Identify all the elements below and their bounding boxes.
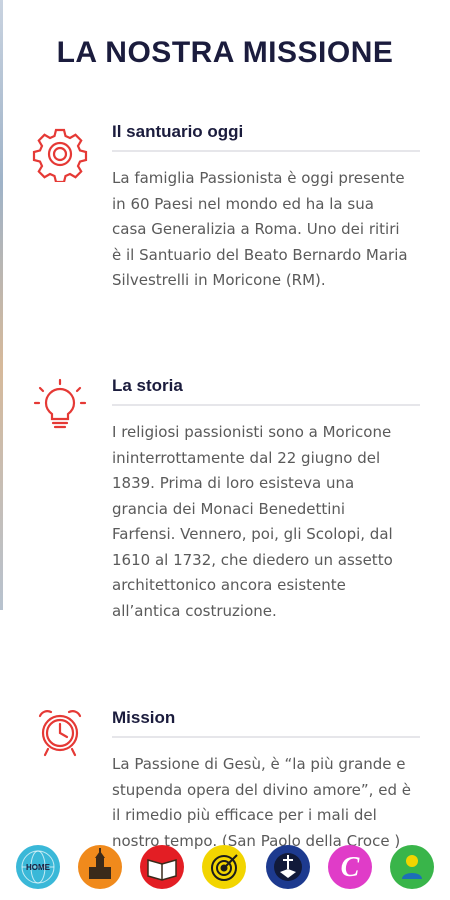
section-body: La famiglia Passionista è oggi presente … [112,169,408,289]
letter-c-icon[interactable]: C [328,845,372,889]
target-icon[interactable] [202,845,246,889]
alarm-clock-icon [32,704,88,760]
section-body: I religiosi passionisti sono a Moricone … [112,423,393,620]
book-icon[interactable] [140,845,184,889]
home-globe-icon[interactable]: HOME [16,845,60,889]
section-title: La storia [112,376,420,406]
people-icon[interactable] [390,845,434,889]
page-title: LA NOSTRA MISSIONE [56,36,394,70]
gear-icon [32,126,88,184]
lightbulb-icon [32,378,88,434]
section-title: Il santuario oggi [112,122,420,152]
home-label: HOME [26,863,51,872]
passionist-emblem-icon[interactable] [266,845,310,889]
section-title: Mission [112,708,420,738]
left-edge-strip [0,0,3,610]
svg-text:C: C [341,852,360,883]
church-icon[interactable] [78,845,122,889]
